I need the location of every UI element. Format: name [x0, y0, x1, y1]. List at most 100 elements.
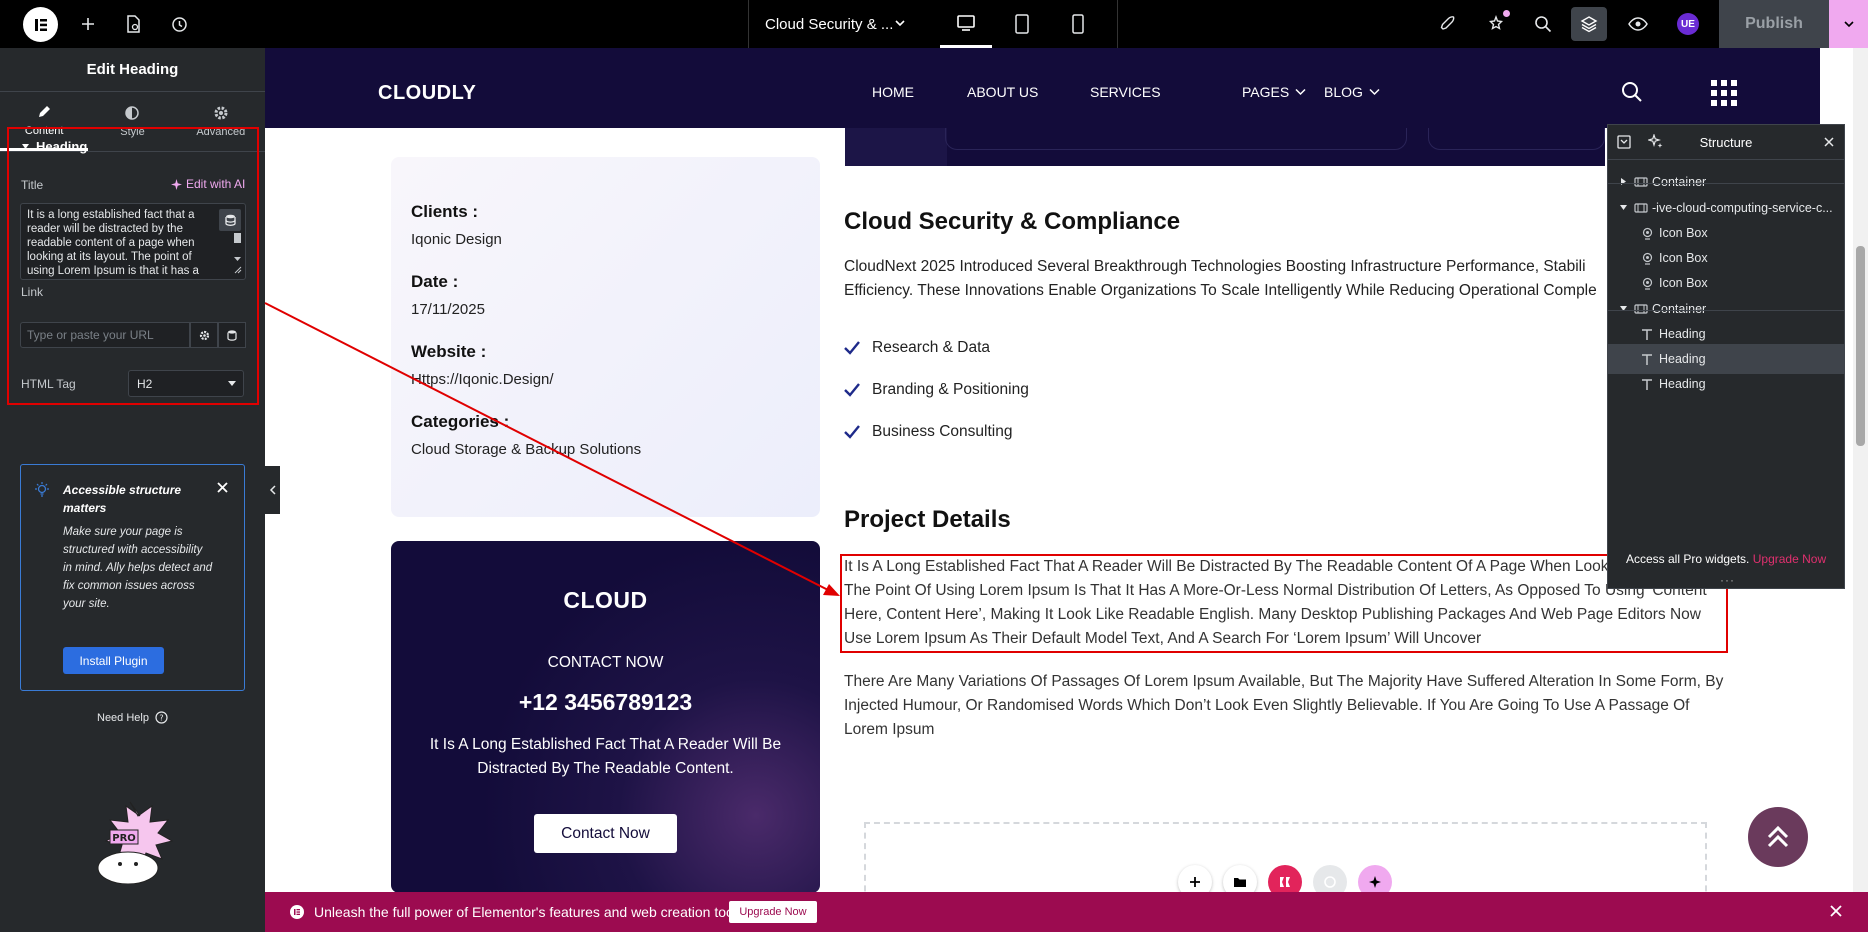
- textarea-scrollbar[interactable]: [233, 233, 242, 275]
- selected-widget-outline: [840, 554, 1728, 653]
- structure-item-label: Heading: [1659, 377, 1706, 391]
- chevron-down-icon[interactable]: [893, 16, 907, 35]
- container-icon: [1634, 302, 1648, 316]
- intro-line: Efficiency. These Innovations Enable Org…: [844, 282, 1597, 299]
- heading-icon: [1640, 377, 1654, 391]
- link-dynamic-tags-icon[interactable]: [218, 322, 246, 348]
- nav-blog-label: BLOG: [1324, 84, 1363, 100]
- user-avatar[interactable]: UE: [1677, 13, 1699, 35]
- site-search-icon[interactable]: [1621, 81, 1643, 103]
- scroll-to-top-icon[interactable]: [1748, 807, 1808, 867]
- structure-item-label: Heading: [1659, 352, 1706, 366]
- nav-services-label: SERVICES: [1090, 84, 1161, 100]
- add-element-icon[interactable]: [68, 0, 108, 48]
- nav-services[interactable]: SERVICES: [1090, 84, 1161, 100]
- categories-value: Cloud Storage & Backup Solutions: [411, 441, 642, 458]
- upgrade-now-button[interactable]: Upgrade Now: [729, 901, 817, 923]
- section-title: Heading: [36, 139, 88, 154]
- edit-with-ai-link[interactable]: Edit with AI: [171, 177, 245, 191]
- site-logo[interactable]: CLOUDLY: [378, 82, 476, 105]
- upgrade-now-link[interactable]: Upgrade Now: [1753, 552, 1826, 566]
- canvas-scrollbar[interactable]: [1853, 48, 1868, 892]
- collapse-panel-chevron-icon[interactable]: [265, 466, 280, 514]
- body-paragraph[interactable]: There Are Many Variations Of Passages Of…: [844, 670, 1724, 742]
- grid-menu-icon[interactable]: [1711, 80, 1737, 106]
- svg-text:PRO: PRO: [112, 833, 136, 844]
- nav-blog[interactable]: BLOG: [1324, 84, 1380, 100]
- stats-strip: [845, 128, 1605, 166]
- link-options-gear-icon[interactable]: [190, 322, 218, 348]
- icon-box-icon: [1640, 276, 1654, 290]
- structure-header: Structure: [1608, 125, 1844, 160]
- title-textarea[interactable]: It is a long established fact that a rea…: [20, 203, 246, 280]
- title-label: Title: [21, 178, 44, 192]
- more-options-icon[interactable]: ···: [1720, 573, 1735, 587]
- structure-item[interactable]: Heading: [1608, 369, 1844, 399]
- notifications-icon[interactable]: [1476, 0, 1516, 48]
- stats-strip-card: [945, 128, 1407, 150]
- need-help-link[interactable]: Need Help ?: [97, 711, 168, 724]
- structure-item-label: Icon Box: [1659, 251, 1708, 265]
- checkmark-icon: [844, 425, 860, 439]
- url-input[interactable]: Type or paste your URL: [20, 322, 190, 348]
- contact-now-button[interactable]: Contact Now: [534, 814, 677, 853]
- preview-eye-icon[interactable]: [1618, 0, 1658, 48]
- nav-pages[interactable]: PAGES: [1242, 84, 1306, 100]
- pencil-icon: [39, 105, 51, 117]
- close-icon[interactable]: [1824, 137, 1834, 147]
- checkmark-icon: [844, 341, 860, 355]
- contact-phone[interactable]: +12 3456789123: [391, 689, 820, 716]
- caret-down-icon[interactable]: [1619, 203, 1629, 214]
- install-plugin-button[interactable]: Install Plugin: [63, 647, 164, 674]
- search-icon[interactable]: [1523, 0, 1563, 48]
- dynamic-tags-icon[interactable]: [219, 209, 241, 231]
- container-icon: [1634, 175, 1648, 189]
- checklist-label: Business Consulting: [872, 423, 1013, 440]
- document-title[interactable]: Cloud Security & ...: [765, 0, 893, 48]
- elementor-logo-icon[interactable]: [23, 7, 58, 42]
- publish-button[interactable]: Publish: [1719, 0, 1829, 48]
- intro-line: CloudNext 2025 Introduced Several Breakt…: [844, 258, 1586, 275]
- nav-pages-label: PAGES: [1242, 84, 1290, 100]
- heading-section: Heading Title Edit with AI It is a long …: [7, 127, 259, 405]
- caret-down-icon[interactable]: [1619, 304, 1629, 315]
- structure-layers-icon[interactable]: [1571, 7, 1607, 41]
- upgrade-banner: Unleash the full power of Elementor's fe…: [265, 892, 1868, 932]
- rocket-icon[interactable]: [1428, 0, 1468, 48]
- mobile-view-icon[interactable]: [1052, 0, 1104, 48]
- date-value: 17/11/2025: [411, 301, 485, 318]
- section-heading[interactable]: Cloud Security & Compliance: [844, 208, 1180, 236]
- close-icon[interactable]: [1829, 904, 1843, 923]
- close-icon[interactable]: [217, 480, 228, 498]
- chevron-down-icon: [228, 381, 236, 386]
- ai-sparkle-icon: [171, 178, 182, 190]
- notice-title: Accessible structure matters: [63, 483, 182, 515]
- nav-home[interactable]: HOME: [872, 84, 914, 100]
- stats-strip-card: [1428, 128, 1605, 150]
- clients-value: Iqonic Design: [411, 231, 502, 248]
- desktop-view-icon[interactable]: [940, 0, 992, 48]
- project-details-heading[interactable]: Project Details: [844, 506, 1011, 534]
- heading-icon: [1640, 352, 1654, 366]
- history-icon[interactable]: [159, 0, 199, 48]
- contact-card-subtitle: CONTACT NOW: [547, 654, 664, 671]
- tablet-view-icon[interactable]: [996, 0, 1048, 48]
- page-settings-icon[interactable]: [113, 0, 153, 48]
- help-circle-icon: ?: [155, 711, 168, 724]
- container-icon: [1634, 201, 1648, 215]
- section-toggle[interactable]: Heading: [21, 139, 87, 154]
- html-tag-select[interactable]: H2: [128, 370, 244, 397]
- pro-widgets-promo: Access all Pro widgets. Upgrade Now: [1626, 552, 1826, 566]
- scrollbar-thumb[interactable]: [1856, 246, 1865, 446]
- nav-about-label: ABOUT US: [967, 84, 1039, 100]
- website-value[interactable]: Https://Iqonic.Design/: [411, 371, 554, 388]
- caret-right-icon[interactable]: [1619, 177, 1629, 188]
- icon-box-icon: [1640, 251, 1654, 265]
- svg-text:?: ?: [159, 714, 163, 723]
- publish-options-chevron-icon[interactable]: [1829, 0, 1868, 48]
- html-tag-label: HTML Tag: [21, 377, 76, 391]
- structure-item-label: Heading: [1659, 327, 1706, 341]
- nav-about-us[interactable]: ABOUT US: [967, 84, 1038, 100]
- elementor-logo-icon: [290, 905, 304, 919]
- structure-item-label: -ive-cloud-computing-service-c...: [1652, 201, 1833, 215]
